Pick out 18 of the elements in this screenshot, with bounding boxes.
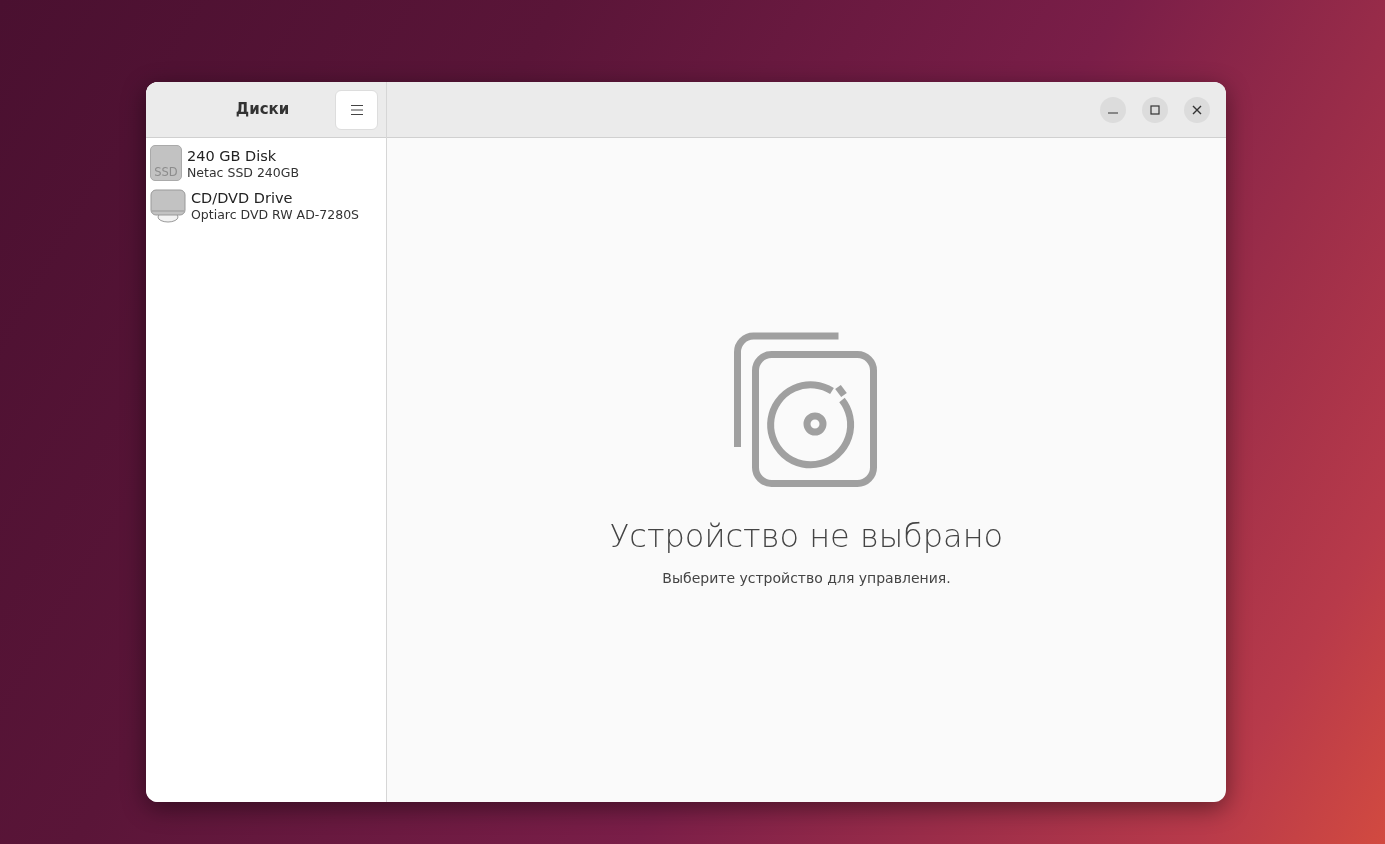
device-name: 240 GB Disk: [187, 146, 278, 165]
maximize-button[interactable]: [1142, 96, 1168, 123]
minimize-icon: [1108, 111, 1118, 114]
menu-button[interactable]: [335, 89, 378, 130]
device-model: Optiarc DVD RW AD-7280S: [191, 206, 360, 222]
close-icon: [1192, 104, 1202, 115]
empty-state-description: Выберите устройство для управления.: [662, 568, 951, 588]
device-name: CD/DVD Drive: [191, 188, 294, 207]
sidebar-title: Диски: [235, 99, 290, 121]
optical-drive-icon: [150, 187, 186, 223]
maximize-icon: [1150, 104, 1160, 115]
minimize-button[interactable]: [1100, 96, 1126, 123]
device-item[interactable]: CD/DVD Drive Optiarc DVD RW AD-7280S: [146, 184, 386, 226]
menu-icon: [350, 103, 363, 116]
close-button[interactable]: [1184, 96, 1210, 123]
device-model: Netac SSD 240GB: [187, 164, 300, 180]
empty-state-title: Устройство не выбрано: [609, 515, 1004, 557]
disk-drive-icon: [733, 331, 880, 488]
